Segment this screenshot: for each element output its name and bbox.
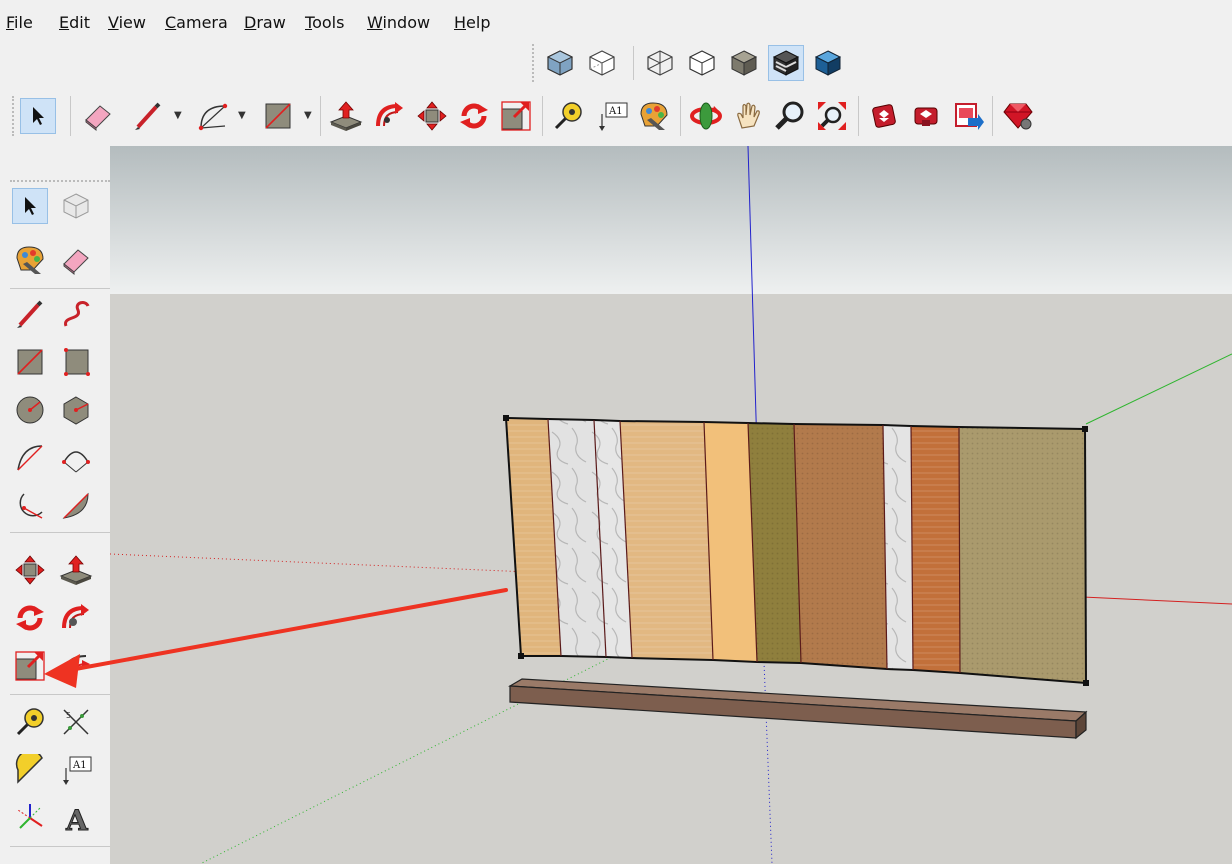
- zoom-extents-icon[interactable]: [814, 98, 850, 134]
- scale-icon[interactable]: [12, 648, 48, 684]
- line-icon[interactable]: [130, 98, 166, 134]
- select-icon[interactable]: [20, 98, 56, 134]
- menu-bar: File Edit View Camera Draw Tools Window …: [0, 0, 1232, 38]
- dimension-icon[interactable]: 5: [58, 704, 94, 740]
- move-icon[interactable]: [414, 98, 450, 134]
- 3d-viewport[interactable]: [110, 146, 1232, 864]
- menu-edit[interactable]: Edit: [59, 13, 90, 32]
- menu-help[interactable]: Help: [454, 13, 490, 32]
- line-icon[interactable]: [12, 296, 48, 332]
- pan-icon[interactable]: [730, 98, 766, 134]
- extension-warehouse-icon[interactable]: [908, 98, 944, 134]
- select-icon[interactable]: [12, 188, 48, 224]
- scale-icon[interactable]: [498, 98, 534, 134]
- text-icon-glyph: A1: [72, 760, 87, 771]
- shaded-icon[interactable]: [726, 45, 762, 81]
- paint-bucket-icon[interactable]: [636, 98, 672, 134]
- axes-icon[interactable]: [12, 800, 48, 836]
- menu-tools[interactable]: Tools: [305, 13, 344, 32]
- make-component-icon[interactable]: [58, 188, 94, 224]
- text-icon[interactable]: A1: [594, 98, 630, 134]
- line-dropdown[interactable]: ▼: [174, 110, 182, 121]
- polygon-icon[interactable]: [58, 392, 94, 428]
- rectangle-dropdown[interactable]: ▼: [304, 110, 312, 121]
- text-icon[interactable]: A1: [58, 752, 94, 788]
- sky: [110, 146, 1232, 294]
- rotated-rectangle-icon[interactable]: [58, 344, 94, 380]
- main-toolbar: ▼ ▼ ▼ A1: [12, 88, 1182, 144]
- styles-toolbar: [528, 38, 890, 88]
- left-toolbar: 5 A1 A: [0, 146, 110, 864]
- push-pull-icon[interactable]: [58, 552, 94, 588]
- 3d-text-glyph: A: [65, 804, 89, 834]
- menu-window[interactable]: Window: [367, 13, 430, 32]
- ruby-console-icon[interactable]: [1000, 98, 1036, 134]
- 3d-text-icon[interactable]: A: [58, 800, 94, 836]
- send-to-layout-icon[interactable]: [950, 98, 986, 134]
- warehouse-icon[interactable]: [866, 98, 902, 134]
- zoom-icon[interactable]: [772, 98, 808, 134]
- tape-measure-icon[interactable]: [12, 704, 48, 740]
- move-icon[interactable]: [12, 552, 48, 588]
- follow-me-icon[interactable]: [372, 98, 408, 134]
- arc-dropdown[interactable]: ▼: [238, 110, 246, 121]
- push-pull-icon[interactable]: [328, 98, 364, 134]
- menu-draw[interactable]: Draw: [244, 13, 286, 32]
- arc-icon[interactable]: [12, 440, 48, 476]
- menu-file[interactable]: File: [6, 13, 33, 32]
- menu-view[interactable]: View: [108, 13, 146, 32]
- toolbar-grip[interactable]: [532, 44, 537, 82]
- arc-icon[interactable]: [196, 98, 232, 134]
- freehand-icon[interactable]: [58, 296, 94, 332]
- circle-icon[interactable]: [12, 392, 48, 428]
- paint-bucket-icon[interactable]: [12, 242, 48, 278]
- pie-icon[interactable]: [58, 488, 94, 524]
- eraser-icon[interactable]: [58, 242, 94, 278]
- shaded-with-textures-icon[interactable]: [768, 45, 804, 81]
- orbit-icon[interactable]: [688, 98, 724, 134]
- rectangle-icon[interactable]: [260, 98, 296, 134]
- hidden-line-icon[interactable]: [684, 45, 720, 81]
- offset-icon[interactable]: [58, 648, 94, 684]
- scene-canvas: [110, 146, 1232, 864]
- text-icon-glyph: A1: [608, 106, 623, 117]
- back-edges-icon[interactable]: [584, 45, 620, 81]
- three-point-arc-icon[interactable]: [12, 488, 48, 524]
- protractor-icon[interactable]: [12, 752, 48, 788]
- svg-text:5: 5: [66, 711, 71, 720]
- follow-me-icon[interactable]: [58, 600, 94, 636]
- wireframe-icon[interactable]: [642, 45, 678, 81]
- monochrome-icon[interactable]: [810, 45, 846, 81]
- rotate-icon[interactable]: [456, 98, 492, 134]
- x-ray-icon[interactable]: [542, 45, 578, 81]
- menu-camera[interactable]: Camera: [165, 13, 228, 32]
- tape-measure-icon[interactable]: [550, 98, 586, 134]
- rectangle-icon[interactable]: [12, 344, 48, 380]
- toolbar-grip[interactable]: [12, 96, 17, 136]
- material-panels: [503, 415, 1089, 686]
- two-point-arc-icon[interactable]: [58, 440, 94, 476]
- eraser-icon[interactable]: [80, 98, 116, 134]
- rotate-icon[interactable]: [12, 600, 48, 636]
